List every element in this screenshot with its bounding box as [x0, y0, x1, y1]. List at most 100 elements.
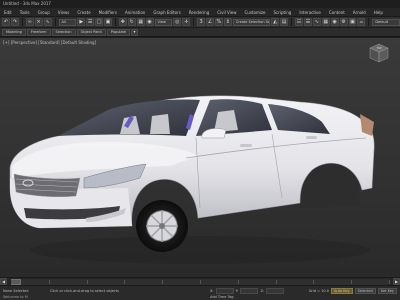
tab-selection[interactable]: Selection	[51, 28, 76, 36]
toolbar-divider	[54, 18, 56, 26]
spinner-snap-icon[interactable]: ⇕	[223, 18, 232, 26]
timeline-tick	[162, 279, 164, 284]
curve-editor-icon[interactable]: ∿	[312, 18, 321, 26]
scale-icon[interactable]: ▦	[136, 18, 145, 26]
grid-size: Grid = 10.0	[308, 289, 329, 293]
prev-frame-icon[interactable]: ◀	[0, 278, 7, 285]
menu-graph-editors[interactable]: Graph Editors	[149, 10, 184, 15]
menu-create[interactable]: Create	[73, 10, 94, 15]
selection-filter-dropdown[interactable]: All	[58, 18, 77, 26]
redo-icon[interactable]: ↷	[10, 18, 19, 26]
menu-scripting[interactable]: Scripting	[270, 10, 296, 15]
ribbon-bar: Modeling Freeform Selection Object Paint…	[0, 28, 400, 37]
timeline-tick	[275, 279, 277, 284]
menu-edit[interactable]: Edit	[0, 10, 16, 15]
ribbon-toggle-icon[interactable]: ▾	[131, 28, 139, 36]
render-icon[interactable]: ☕	[357, 18, 366, 26]
tab-freeform[interactable]: Freeform	[26, 28, 51, 36]
select-by-name-icon[interactable]: ☰	[86, 18, 95, 26]
menu-rendering[interactable]: Rendering	[185, 10, 213, 15]
toolbar-divider	[21, 18, 23, 26]
x-field[interactable]	[215, 288, 234, 294]
menu-civil-view[interactable]: Civil View	[213, 10, 240, 15]
menu-arnold[interactable]: Arnold	[349, 10, 370, 15]
toolbar-divider	[291, 18, 293, 26]
snap-toggle-icon[interactable]: 3	[197, 18, 206, 26]
seat	[150, 114, 170, 134]
time-slider-thumb[interactable]	[11, 278, 21, 285]
menu-animation[interactable]: Animation	[121, 10, 149, 15]
window-crossing-icon[interactable]: ▣	[104, 18, 112, 26]
schematic-view-icon[interactable]: ▦	[321, 18, 330, 26]
toolbar-divider	[368, 18, 370, 26]
layer-explorer-icon[interactable]: ☰	[303, 18, 312, 26]
tab-populate[interactable]: Populate	[106, 28, 131, 36]
timeline-tick	[124, 279, 126, 284]
menu-customize[interactable]: Customize	[241, 10, 270, 15]
tab-modeling[interactable]: Modeling	[2, 28, 26, 36]
link-icon[interactable]: ∞	[25, 18, 34, 26]
render-setup-icon[interactable]: ⚙	[339, 18, 348, 26]
menu-views[interactable]: Views	[54, 10, 74, 15]
viewcube-label: TOP	[376, 46, 381, 50]
z-field[interactable]	[266, 288, 285, 294]
timeline-tick	[389, 279, 390, 284]
timeline-tick	[237, 279, 239, 284]
window-title: Untitled - 3ds Max 2017	[3, 1, 51, 6]
add-time-tag[interactable]: Add Time Tag	[210, 295, 234, 299]
rotate-icon[interactable]: ↻	[127, 18, 136, 26]
workspace-dropdown[interactable]: Default	[372, 18, 400, 26]
reference-coordinate-dropdown[interactable]: View	[154, 18, 173, 26]
status-hint: Click or click-and-drag to select object…	[50, 289, 119, 293]
undo-icon[interactable]: ↶	[2, 18, 10, 26]
material-editor-icon[interactable]: ◉	[330, 18, 339, 26]
place-icon[interactable]: ◉	[145, 18, 154, 26]
menu-interactive[interactable]: Interactive	[295, 10, 325, 15]
menu-tools[interactable]: Tools	[16, 10, 34, 15]
menu-help[interactable]: Help	[370, 10, 387, 15]
time-slider[interactable]: ◀ ▶	[0, 277, 400, 285]
coordinate-display: X: Y: Z:	[210, 288, 285, 294]
scene-explorer-icon[interactable]: ☷	[295, 18, 303, 26]
bind-space-warp-icon[interactable]: ∿	[43, 18, 52, 26]
timeline-tick	[351, 279, 353, 284]
timeline-tick	[86, 279, 88, 284]
next-frame-icon[interactable]: ▶	[393, 278, 400, 285]
selected-dropdown[interactable]: Selected	[354, 288, 376, 294]
selection-status: None Selected	[3, 289, 29, 293]
mirror-icon[interactable]: ◭	[271, 18, 280, 26]
title-bar: Untitled - 3ds Max 2017	[0, 0, 400, 8]
named-selection-set-dropdown[interactable]: Create Selection Set	[232, 18, 271, 26]
select-object-icon[interactable]: ▶	[77, 18, 86, 26]
manipulate-icon[interactable]: ✛	[182, 18, 191, 26]
pivot-center-icon[interactable]: ◎	[173, 18, 182, 26]
viewcube-icon[interactable]: TOP	[368, 42, 390, 64]
align-icon[interactable]: ▤	[280, 18, 289, 26]
menu-content[interactable]: Content	[325, 10, 349, 15]
rendered-frame-icon[interactable]: ▣	[348, 18, 357, 26]
menu-bar: Edit Tools Group Views Create Modifiers …	[0, 8, 400, 17]
timeline-tick	[200, 279, 201, 284]
perspective-viewport[interactable]: [+] [Perspective] [Standard] [Default Sh…	[0, 37, 400, 277]
timeline-tick	[313, 279, 315, 284]
door-handle	[240, 144, 252, 147]
timeline-track[interactable]	[11, 278, 390, 285]
tab-object-paint[interactable]: Object Paint	[76, 28, 106, 36]
x-label: X:	[210, 289, 214, 293]
timeline-tick	[48, 279, 50, 284]
set-key-button[interactable]: Set Key	[377, 288, 397, 294]
auto-key-button[interactable]: Auto Key	[331, 288, 353, 294]
z-label: Z:	[260, 289, 265, 293]
car-model[interactable]	[0, 38, 400, 277]
angle-snap-icon[interactable]: ∠	[206, 18, 214, 26]
toolbar-divider	[114, 18, 116, 26]
rectangular-selection-icon[interactable]: □	[95, 18, 104, 26]
percent-snap-icon[interactable]: %	[214, 18, 223, 26]
main-toolbar: ↶ ↷ ∞ × ∿ All ▶ ☰ □ ▣ ✥ ↻ ▦ ◉ View ◎ ✛ 3…	[0, 17, 400, 28]
move-icon[interactable]: ✥	[118, 18, 127, 26]
y-field[interactable]	[240, 288, 259, 294]
front-hub	[159, 223, 165, 229]
menu-group[interactable]: Group	[34, 10, 54, 15]
menu-modifiers[interactable]: Modifiers	[95, 10, 121, 15]
unlink-icon[interactable]: ×	[34, 18, 43, 26]
